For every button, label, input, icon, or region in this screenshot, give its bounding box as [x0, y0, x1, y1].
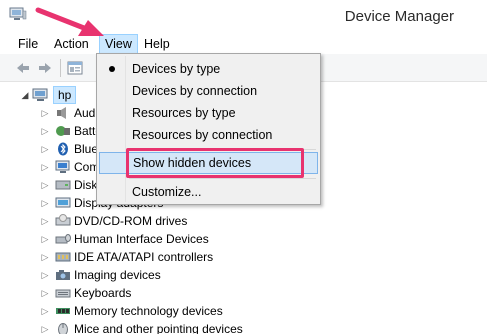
tree-node-label: Memory technology devices — [74, 304, 223, 318]
tree-root-label: hp — [53, 86, 77, 104]
tree-node[interactable]: ▷ Human Interface Devices — [0, 230, 487, 248]
annotation-highlight-box — [126, 148, 304, 178]
keyboard-icon — [55, 286, 71, 300]
menu-help[interactable]: Help — [139, 34, 175, 54]
tree-node-label: Mice and other pointing devices — [74, 322, 243, 334]
tree-node[interactable]: ▷ Keyboards — [0, 284, 487, 302]
bluetooth-icon — [55, 142, 71, 156]
menu-file[interactable]: File — [13, 34, 43, 54]
menu-item-label: Resources by connection — [132, 128, 273, 142]
back-arrow-icon[interactable] — [14, 59, 32, 77]
menu-view[interactable]: View — [99, 34, 138, 54]
expand-icon[interactable]: ▷ — [40, 212, 50, 230]
expand-icon[interactable]: ▷ — [40, 284, 50, 302]
expand-icon[interactable]: ▷ — [40, 104, 50, 122]
tree-node[interactable]: ▷ Mice and other pointing devices — [0, 320, 487, 334]
menu-action[interactable]: Action — [49, 34, 94, 54]
ide-controller-icon — [55, 250, 71, 264]
expand-icon[interactable]: ▷ — [40, 122, 50, 140]
menu-item-resources-by-connection[interactable]: Resources by connection — [99, 124, 318, 146]
expand-icon[interactable]: ▷ — [40, 320, 50, 334]
radio-bullet-icon — [109, 66, 115, 72]
camera-icon — [55, 268, 71, 282]
dvd-drive-icon — [55, 214, 71, 228]
tree-node[interactable]: ▷ Memory technology devices — [0, 302, 487, 320]
properties-icon[interactable] — [66, 59, 84, 77]
toolbar-separator — [60, 59, 61, 77]
tree-node-label: Human Interface Devices — [74, 232, 209, 246]
speaker-icon — [55, 106, 71, 120]
tree-node-label: DVD/CD-ROM drives — [74, 214, 188, 228]
hid-icon — [55, 232, 71, 246]
computer-icon — [55, 160, 71, 174]
title-bar: Device Manager — [0, 0, 487, 32]
menu-item-resources-by-type[interactable]: Resources by type — [99, 102, 318, 124]
expand-icon[interactable]: ▷ — [40, 140, 50, 158]
computer-icon — [32, 88, 50, 102]
menu-item-devices-by-connection[interactable]: Devices by connection — [99, 80, 318, 102]
view-menu-dropdown: Devices by type Devices by connection Re… — [96, 53, 321, 205]
tree-node[interactable]: ▷ DVD/CD-ROM drives — [0, 212, 487, 230]
collapse-icon[interactable]: ◢ — [20, 86, 30, 104]
tree-node-label: Keyboards — [74, 286, 132, 300]
tree-node[interactable]: ▷ Imaging devices — [0, 266, 487, 284]
menu-item-label: Devices by connection — [132, 84, 258, 98]
tree-node[interactable]: ▷ IDE ATA/ATAPI controllers — [0, 248, 487, 266]
expand-icon[interactable]: ▷ — [40, 158, 50, 176]
menu-item-label: Resources by type — [132, 106, 236, 120]
menu-separator — [129, 178, 316, 179]
forward-arrow-icon[interactable] — [36, 59, 54, 77]
menu-item-label: Customize... — [132, 185, 202, 199]
memory-icon — [55, 304, 71, 318]
battery-icon — [55, 124, 71, 138]
expand-icon[interactable]: ▷ — [40, 194, 50, 212]
expand-icon[interactable]: ▷ — [40, 302, 50, 320]
menu-item-label: Devices by type — [132, 62, 221, 76]
disk-drive-icon — [55, 178, 71, 192]
menu-item-devices-by-type[interactable]: Devices by type — [99, 58, 318, 80]
expand-icon[interactable]: ▷ — [40, 176, 50, 194]
display-adapter-icon — [55, 196, 71, 210]
tree-node-label: IDE ATA/ATAPI controllers — [74, 250, 214, 264]
expand-icon[interactable]: ▷ — [40, 230, 50, 248]
mouse-icon — [55, 322, 71, 334]
menu-item-customize[interactable]: Customize... — [99, 181, 318, 203]
expand-icon[interactable]: ▷ — [40, 248, 50, 266]
menu-bar: File Action View Help — [0, 32, 487, 54]
expand-icon[interactable]: ▷ — [40, 266, 50, 284]
window-title: Device Manager — [344, 8, 454, 25]
tree-node-label: Imaging devices — [74, 268, 161, 282]
